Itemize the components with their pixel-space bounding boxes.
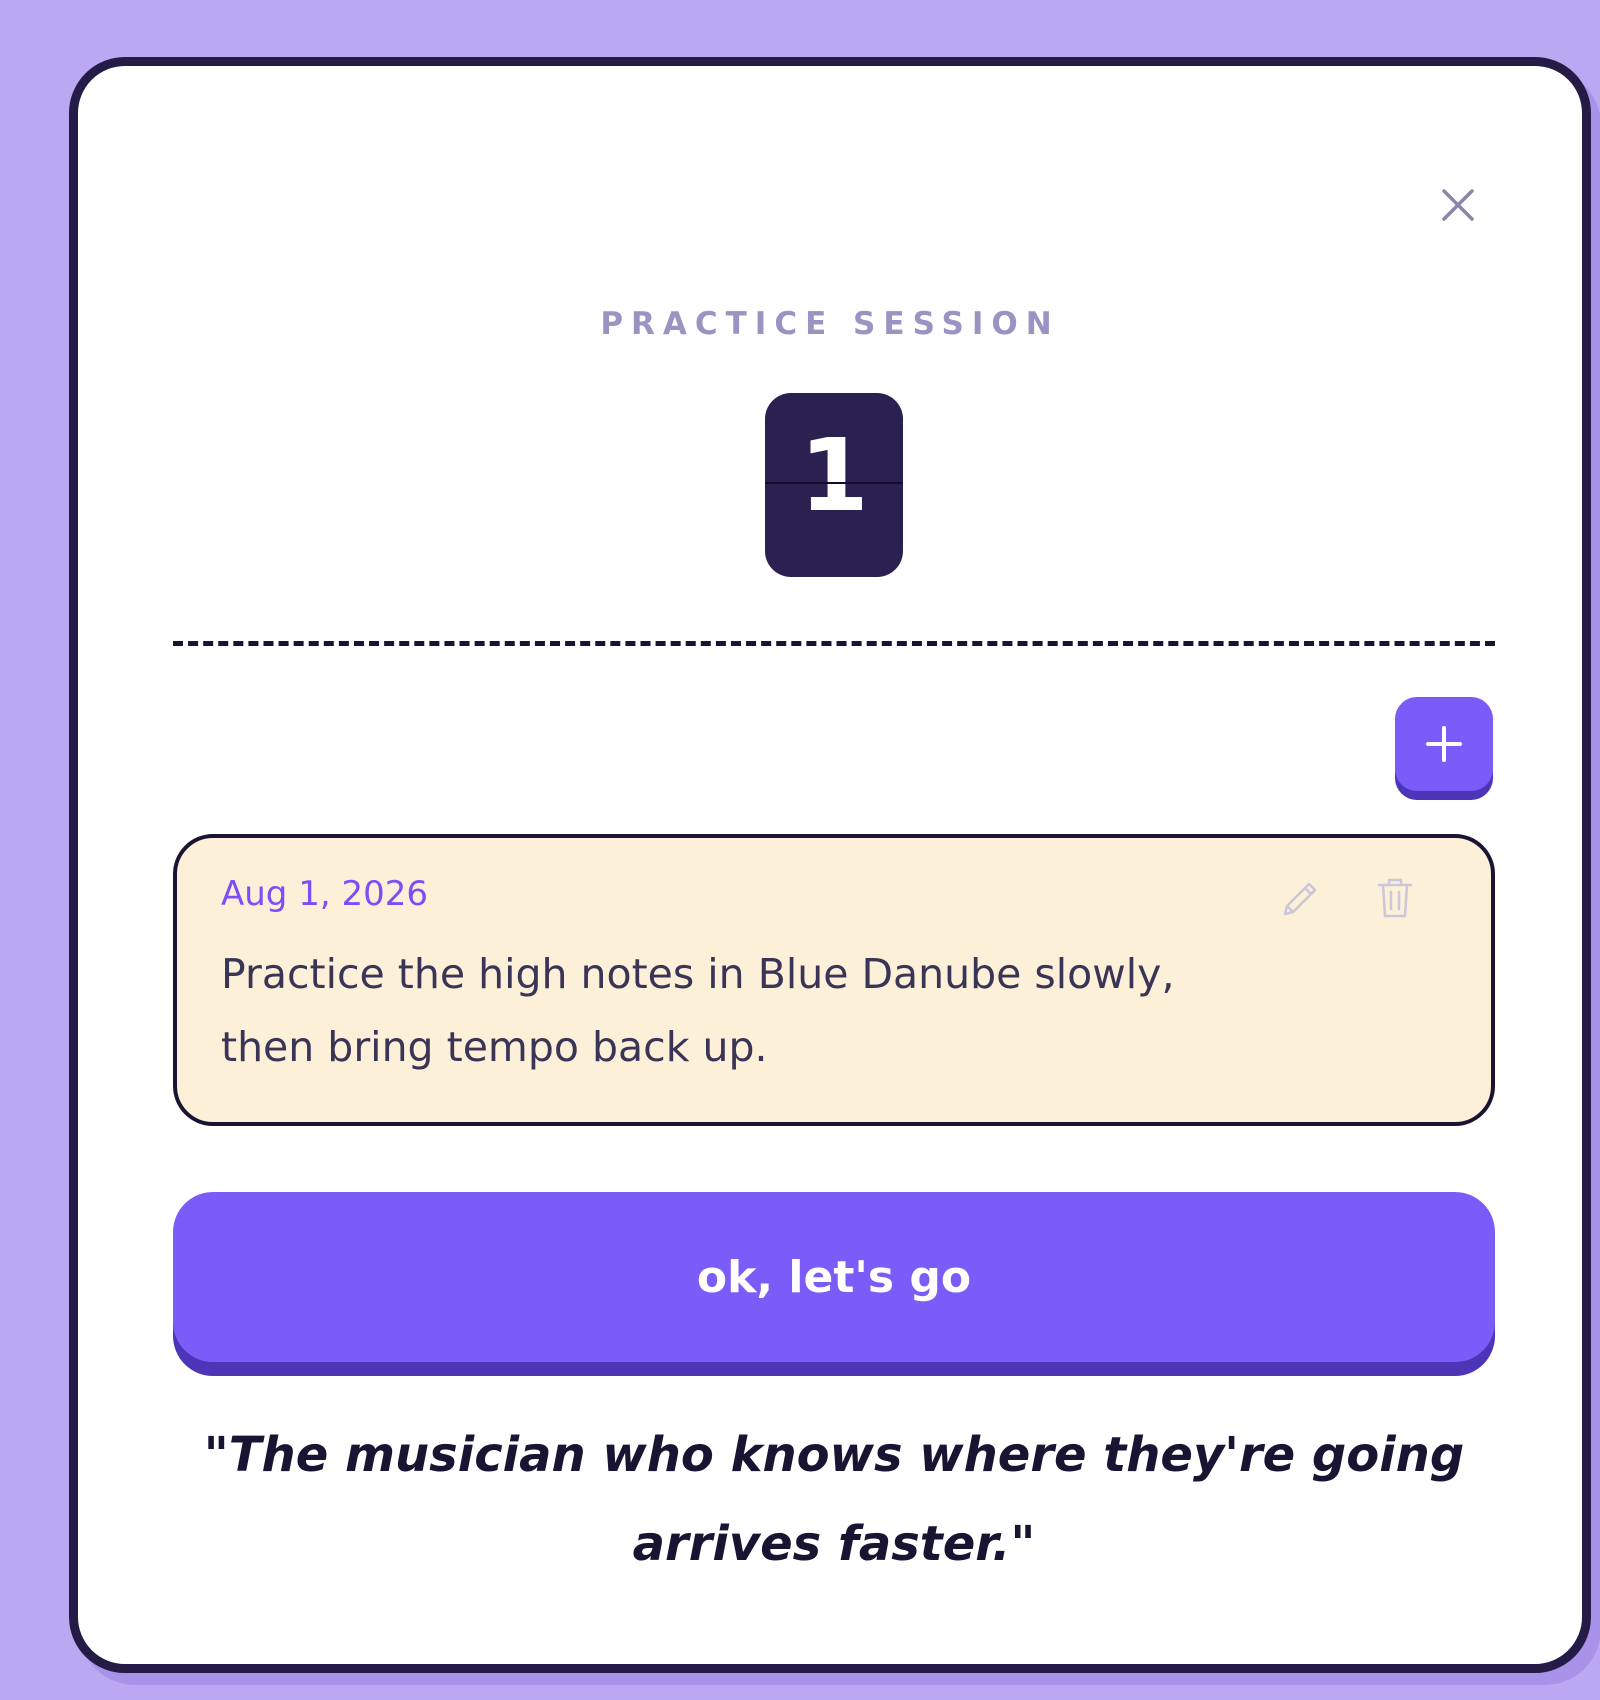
add-note-button[interactable] [1395, 697, 1493, 791]
practice-session-modal: PRACTICE SESSION 1 Aug 1, 2026 Practice … [69, 57, 1591, 1673]
note-date: Aug 1, 2026 [221, 874, 428, 914]
note-card: Aug 1, 2026 Practice the high notes in B… [173, 834, 1495, 1126]
section-label: PRACTICE SESSION [600, 306, 1060, 342]
trash-icon [1377, 878, 1413, 918]
close-button[interactable] [1434, 181, 1482, 229]
motivational-quote: "The musician who knows where they're go… [203, 1427, 1465, 1572]
delete-note-button[interactable] [1375, 876, 1415, 920]
counter-split-line [765, 482, 903, 484]
edit-note-button[interactable] [1277, 876, 1323, 922]
note-text: Practice the high notes in Blue Danube s… [221, 950, 1175, 1071]
pencil-icon [1283, 882, 1317, 916]
session-counter: 1 [765, 393, 903, 577]
session-number: 1 [799, 417, 869, 534]
close-icon [1442, 189, 1474, 221]
dashed-divider [173, 641, 1495, 646]
start-session-button[interactable]: ok, let's go [173, 1192, 1495, 1362]
plus-icon [1426, 726, 1462, 762]
